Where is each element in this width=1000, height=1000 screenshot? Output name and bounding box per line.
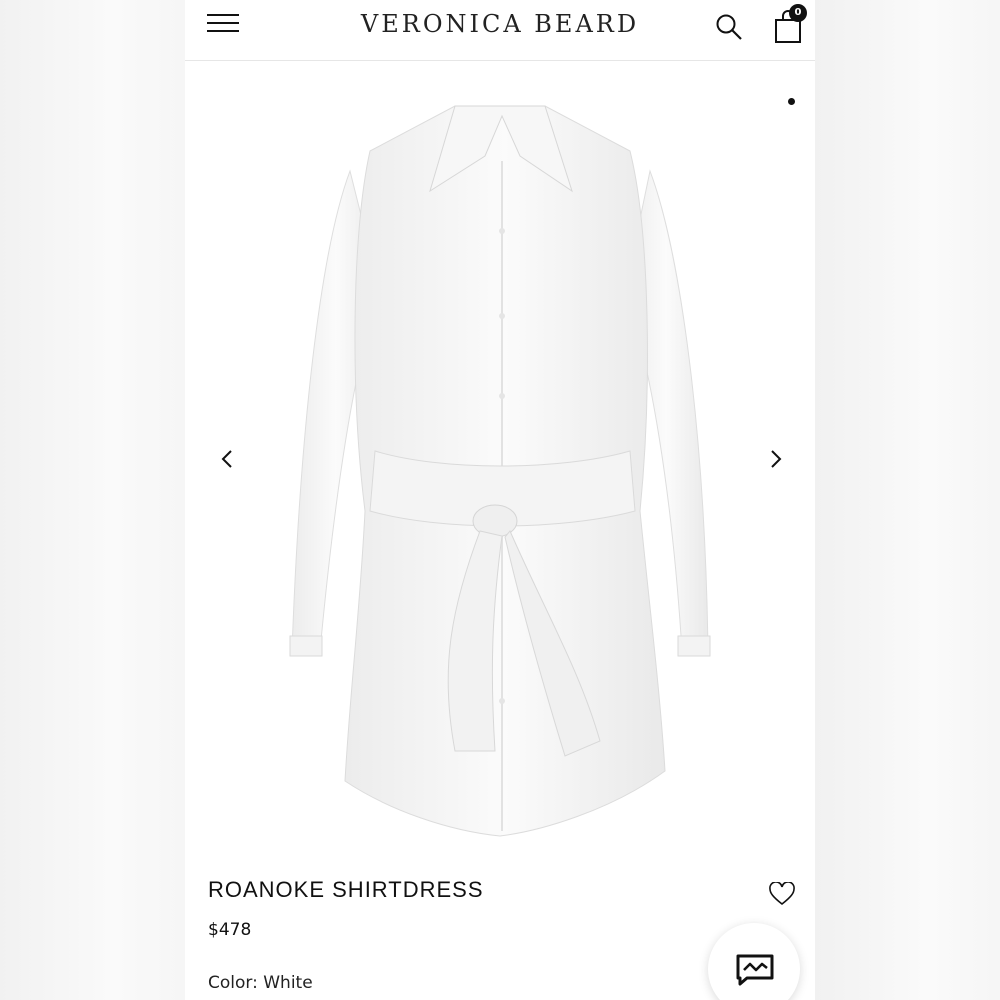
product-price: $478: [208, 920, 252, 940]
product-title: ROANOKE SHIRTDRESS: [208, 877, 484, 902]
product-image-shirtdress: [289, 105, 711, 837]
product-gallery: [185, 61, 815, 851]
search-icon[interactable]: [715, 13, 743, 41]
chevron-left-icon[interactable]: [218, 447, 238, 471]
chat-button[interactable]: [708, 923, 800, 1000]
product-page: VERONICA BEARD 0 ROANOKE SHIRTDRESS $478…: [185, 0, 815, 1000]
chat-icon: [736, 954, 774, 986]
color-label: Color:: [208, 973, 258, 993]
page-margin-right: [815, 0, 1000, 1000]
product-color: Color: White: [208, 973, 313, 993]
chevron-right-icon[interactable]: [765, 447, 785, 471]
page-margin-left: [0, 0, 185, 1000]
site-header: VERONICA BEARD 0: [185, 0, 815, 61]
bag-count-badge: 0: [789, 4, 807, 22]
color-value: White: [263, 973, 313, 993]
gallery-indicator-dot[interactable]: [788, 98, 795, 105]
heart-icon[interactable]: [769, 882, 795, 906]
